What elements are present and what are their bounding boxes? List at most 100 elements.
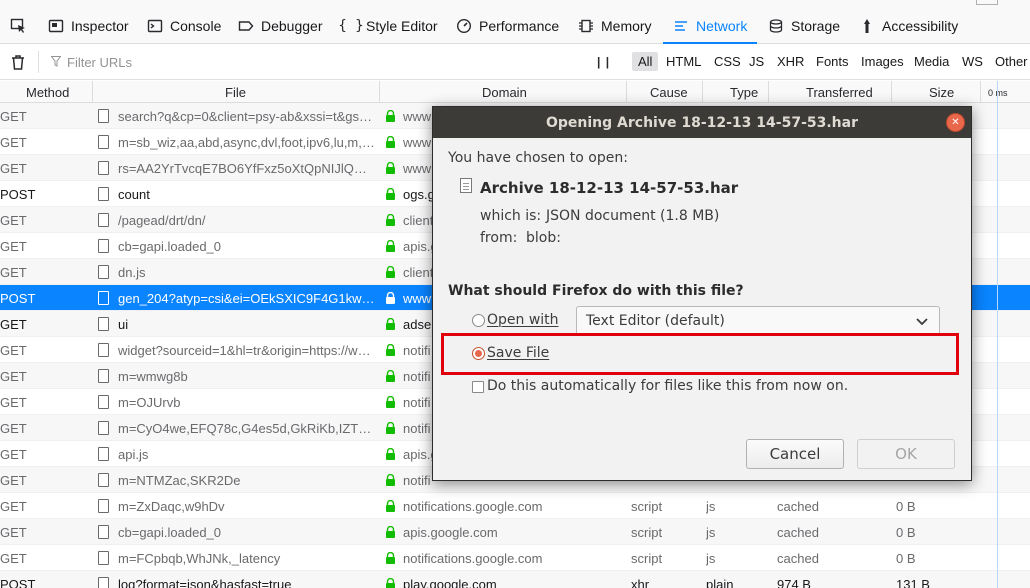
column-header-transferred[interactable]: Transferred (806, 85, 873, 100)
lock-icon (385, 396, 396, 408)
lock-icon (385, 136, 396, 148)
request-file: search?q&cp=0&client=psy-ab&xssi=t&gs_ri… (118, 109, 376, 124)
request-file: cb=gapi.loaded_0 (118, 525, 222, 540)
tab-label: Network (696, 18, 748, 34)
pause-button[interactable]: | | (597, 55, 610, 69)
file-icon (98, 343, 109, 357)
tab-style-editor[interactable]: { } Style Editor (338, 8, 438, 44)
auto-action-label[interactable]: Do this automatically for files like thi… (487, 378, 848, 394)
request-method: GET (0, 213, 27, 228)
column-header-domain[interactable]: Domain (482, 85, 527, 100)
tab-storage[interactable]: Storage (768, 8, 840, 44)
element-picker-icon (10, 18, 26, 34)
filter-type-xhr[interactable]: XHR (777, 54, 804, 69)
column-divider[interactable] (92, 81, 93, 103)
open-with-app-select[interactable]: Text Editor (default) (576, 306, 940, 336)
document-icon (460, 178, 472, 193)
tab-debugger[interactable]: Debugger (238, 8, 323, 44)
table-row[interactable]: GET cb=gapi.loaded_0 apis.google.com script… (0, 519, 1030, 545)
request-method: GET (0, 135, 27, 150)
request-transferred: cached (777, 525, 819, 540)
trash-icon[interactable] (10, 54, 26, 70)
tab-label: Style Editor (366, 18, 438, 34)
tab-memory[interactable]: Memory (578, 8, 652, 44)
request-method: GET (0, 317, 27, 332)
file-icon (98, 161, 109, 175)
request-method: GET (0, 369, 27, 384)
request-file: ui (118, 317, 129, 332)
tab-performance[interactable]: Performance (456, 8, 559, 44)
column-divider[interactable] (768, 81, 769, 103)
storage-icon (768, 18, 784, 34)
tab-inspector[interactable]: Inspector (48, 8, 129, 44)
file-icon (98, 525, 109, 539)
tab-accessibility[interactable]: Accessibility (859, 8, 958, 44)
table-row[interactable]: POST log?format=json&hasfast=true play.goo… (0, 571, 1030, 588)
ok-button[interactable]: OK (857, 439, 955, 469)
lock-icon (385, 110, 396, 122)
filter-type-all[interactable]: All (632, 52, 659, 71)
console-icon (147, 18, 163, 34)
lock-icon (385, 448, 396, 460)
request-method: GET (0, 473, 27, 488)
request-domain: apis.google.com (403, 525, 498, 540)
filter-type-images[interactable]: Images (861, 54, 904, 69)
column-divider[interactable] (702, 81, 703, 103)
filter-urls-input[interactable]: Filter URLs (38, 51, 578, 73)
waterfall-timeline-marker (997, 81, 998, 588)
column-divider[interactable] (626, 81, 627, 103)
request-file: m=ZxDaqc,w9hDv (118, 499, 225, 514)
tab-console[interactable]: Console (147, 8, 221, 44)
performance-icon (456, 18, 472, 34)
window-control-fragment (976, 0, 998, 5)
file-type-value: JSON document (1.8 MB) (546, 208, 720, 224)
filter-type-html[interactable]: HTML (666, 54, 701, 69)
file-icon (98, 109, 109, 123)
filter-type-css[interactable]: CSS (714, 54, 741, 69)
column-divider[interactable] (379, 81, 380, 103)
file-icon (98, 551, 109, 565)
request-size: 0 B (896, 551, 916, 566)
filter-type-ws[interactable]: WS (962, 54, 983, 69)
request-method: GET (0, 421, 27, 436)
tab-network[interactable]: Network (662, 8, 758, 44)
file-icon (98, 239, 109, 253)
element-picker-button[interactable] (10, 8, 26, 44)
request-method: GET (0, 343, 27, 358)
cancel-button[interactable]: Cancel (746, 439, 844, 469)
close-icon[interactable]: ✕ (946, 113, 965, 132)
column-divider[interactable] (891, 81, 892, 103)
column-header-method[interactable]: Method (26, 85, 69, 100)
column-header-type[interactable]: Type (730, 85, 758, 100)
lock-icon (385, 214, 396, 226)
table-row[interactable]: GET m=FCpbqb,WhJNk,_latency notifications.… (0, 545, 1030, 571)
request-file: m=NTMZac,SKR2De (118, 473, 241, 488)
file-source-label: from: (480, 230, 518, 246)
column-header-file[interactable]: File (225, 85, 246, 100)
dialog-body: You have chosen to open: Archive 18-12-1… (433, 138, 973, 482)
open-with-label[interactable]: Open with (487, 312, 559, 328)
open-with-radio[interactable] (472, 314, 485, 327)
file-type-label: which is: (480, 208, 542, 224)
filter-type-js[interactable]: JS (749, 54, 764, 69)
column-header-size[interactable]: Size (929, 85, 954, 100)
file-icon (98, 265, 109, 279)
request-transferred: cached (777, 551, 819, 566)
column-header-cause[interactable]: Cause (650, 85, 688, 100)
request-type: plain (706, 577, 734, 588)
table-row[interactable]: GET m=ZxDaqc,w9hDv notifications.google.co… (0, 493, 1030, 519)
column-divider[interactable] (980, 81, 981, 103)
lock-icon (385, 266, 396, 278)
lock-icon (385, 292, 396, 304)
request-size: 131 B (896, 577, 930, 588)
request-method: POST (0, 291, 36, 306)
filter-type-fonts[interactable]: Fonts (816, 54, 849, 69)
file-icon (98, 447, 109, 461)
auto-action-checkbox[interactable] (472, 381, 484, 393)
request-transferred: cached (777, 499, 819, 514)
filter-type-media[interactable]: Media (914, 54, 949, 69)
open-with-app-value: Text Editor (default) (586, 313, 725, 329)
filter-type-other[interactable]: Other (995, 54, 1028, 69)
lock-icon (385, 188, 396, 200)
request-method: GET (0, 109, 27, 124)
